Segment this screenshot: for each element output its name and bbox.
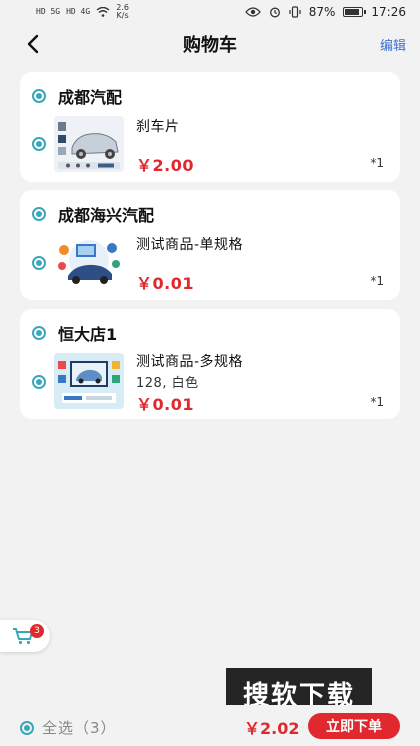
network-left: HD 5G (36, 7, 61, 16)
product-thumbnail[interactable] (54, 116, 124, 172)
shop-card: 成都海兴汽配 测试商品-单规格 ￥0.01 *1 (20, 190, 400, 300)
shop-select-radio[interactable] (32, 326, 46, 340)
item-select-radio[interactable] (32, 256, 46, 270)
edit-button[interactable]: 编辑 (380, 35, 406, 54)
product-quantity: *1 (370, 156, 384, 170)
shop-header: 成都海兴汽配 (32, 202, 154, 226)
select-all-radio[interactable] (20, 720, 34, 735)
product-quantity: *1 (370, 274, 384, 288)
status-bar: HD 5G HD 4G 2.6 K/s 87% 17:26 (0, 0, 420, 24)
shop-name: 成都汽配 (58, 88, 123, 107)
alarm-icon (269, 7, 280, 18)
chevron-left-icon (27, 34, 39, 54)
product-price: ￥2.00 (136, 156, 194, 175)
shop-name: 恒大店1 (58, 325, 118, 344)
product-price: ￥0.01 (136, 274, 194, 293)
product-name[interactable]: 刹车片 (136, 116, 180, 136)
vibrate-icon (289, 6, 301, 18)
product-name[interactable]: 测试商品-多规格 (136, 351, 243, 371)
cart-count-badge: 3 (30, 624, 44, 638)
device-status: 87% 17:26 (244, 5, 406, 19)
product-spec: 128, 白色 (136, 376, 199, 391)
total-price: ￥2.02 (244, 719, 300, 738)
item-select-radio[interactable] (32, 375, 46, 389)
speed-unit: K/s (116, 11, 129, 20)
shop-header: 恒大店1 (32, 321, 117, 345)
floating-cart-button[interactable]: 3 (0, 620, 50, 652)
network-right: HD 4G (66, 7, 91, 16)
wifi-icon (96, 7, 110, 17)
product-thumbnail[interactable] (54, 234, 124, 290)
nav-bar: 购物车 编辑 (0, 26, 420, 62)
clock: 17:26 (371, 5, 406, 19)
checkout-bar: 全选（3） ￥2.02 立即下单 (0, 705, 420, 746)
shop-name: 成都海兴汽配 (58, 206, 155, 225)
shop-header: 成都汽配 (32, 84, 122, 108)
page-title: 购物车 (183, 35, 237, 56)
product-thumbnail[interactable] (54, 353, 124, 409)
product-quantity: *1 (370, 395, 384, 409)
product-name[interactable]: 测试商品-单规格 (136, 234, 243, 254)
item-select-radio[interactable] (32, 137, 46, 151)
checkout-button[interactable]: 立即下单 (308, 713, 400, 739)
back-button[interactable] (20, 30, 48, 58)
select-all-toggle[interactable]: 全选（3） (20, 717, 117, 738)
select-all-label: 全选（3） (42, 719, 117, 737)
shop-card: 成都汽配 刹车片 ￥2.00 *1 (20, 72, 400, 182)
battery-icon (343, 7, 367, 17)
shop-select-radio[interactable] (32, 207, 46, 221)
product-price: ￥0.01 (136, 395, 194, 414)
shop-card: 恒大店1 测试商品-多规格 128, 白色 ￥0.01 *1 (20, 309, 400, 419)
battery-percent: 87% (308, 5, 336, 19)
shop-select-radio[interactable] (32, 89, 46, 103)
network-speed: 2.6 K/s (116, 4, 129, 20)
network-status: HD 5G HD 4G 2.6 K/s (36, 4, 129, 20)
eye-icon (244, 7, 261, 17)
